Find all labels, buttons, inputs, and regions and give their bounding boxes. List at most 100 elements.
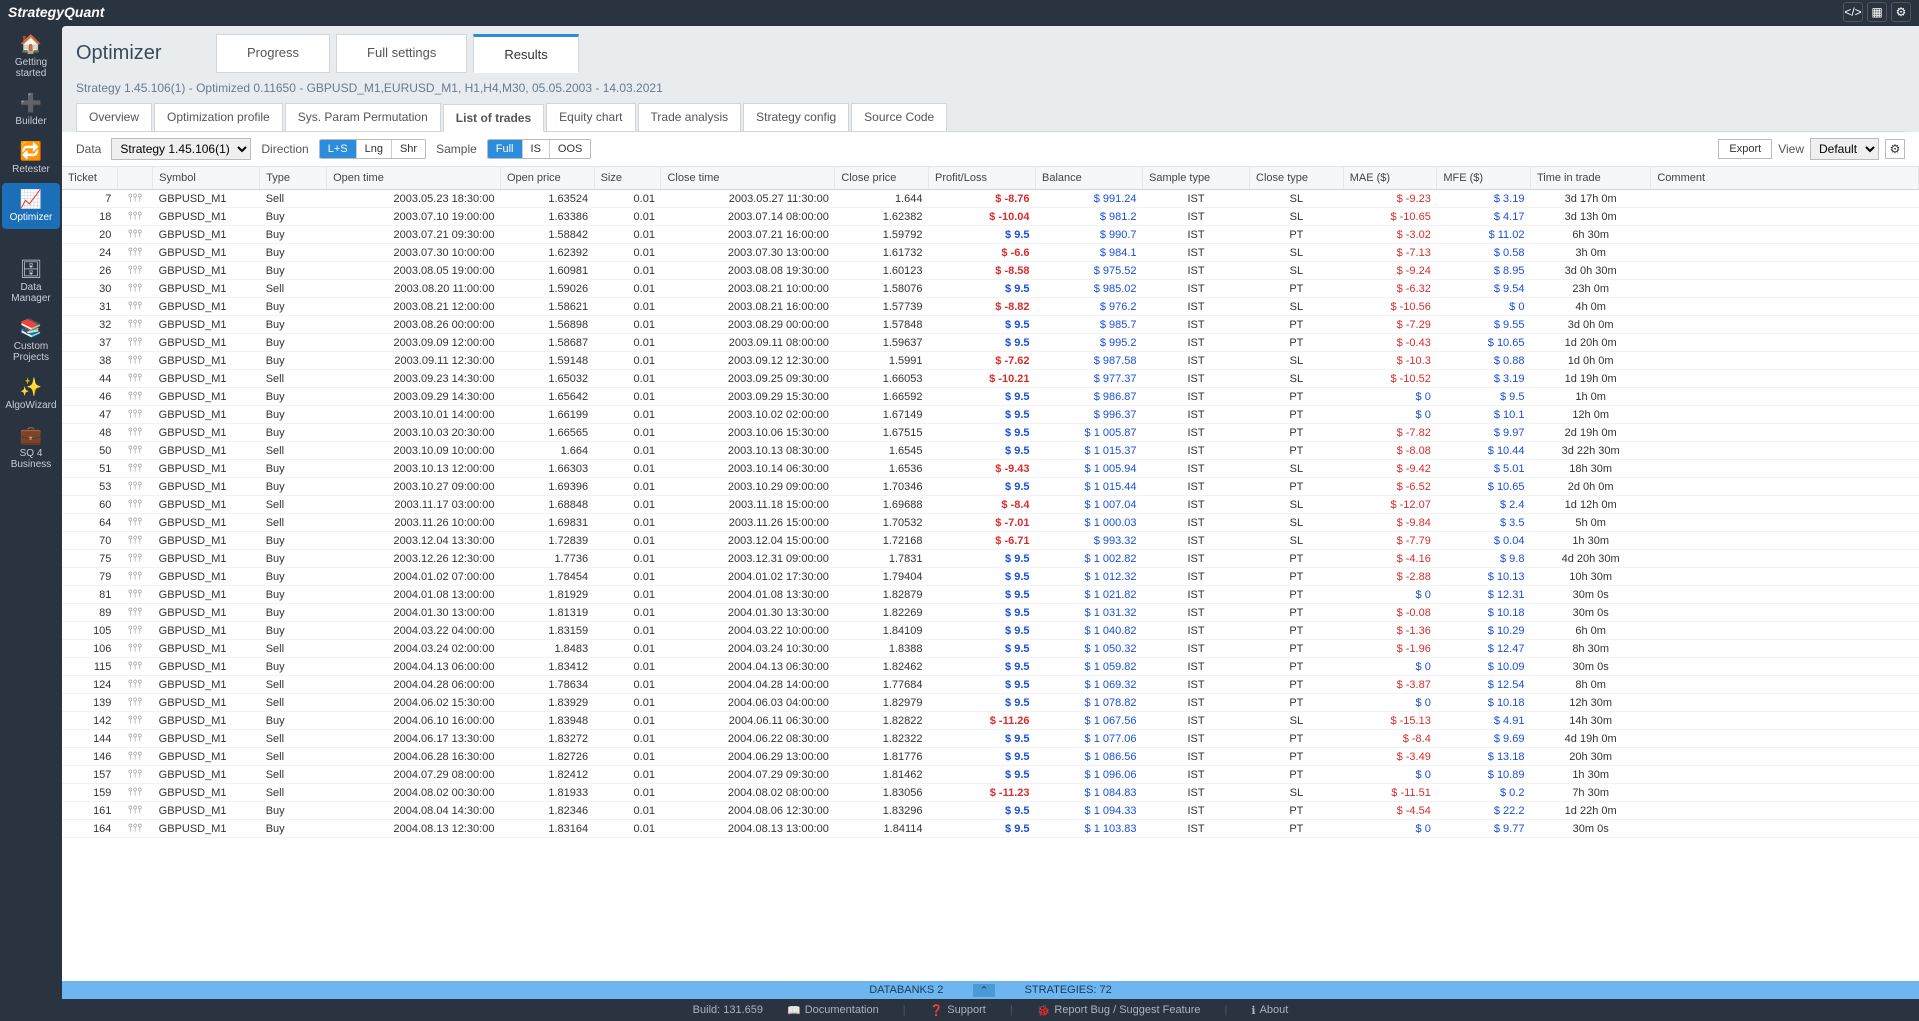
table-row[interactable]: 106⫯⫯⫯GBPUSD_M1Sell2004.03.24 02:00:001.…	[62, 640, 1919, 658]
table-row[interactable]: 124⫯⫯⫯GBPUSD_M1Sell2004.04.28 06:00:001.…	[62, 676, 1919, 694]
tab-full-settings[interactable]: Full settings	[336, 34, 467, 73]
chart-icon[interactable]: ⫯⫯⫯	[117, 190, 152, 208]
col-mfe-[interactable]: MFE ($)	[1437, 167, 1531, 190]
trades-table-wrap[interactable]: TicketSymbolTypeOpen timeOpen priceSizeC…	[62, 167, 1919, 981]
table-row[interactable]: 64⫯⫯⫯GBPUSD_M1Sell2003.11.26 10:00:001.6…	[62, 514, 1919, 532]
table-row[interactable]: 48⫯⫯⫯GBPUSD_M1Buy2003.10.03 20:30:001.66…	[62, 424, 1919, 442]
sidebar-item-sq-4-business[interactable]: 💼SQ 4 Business	[2, 419, 60, 476]
table-row[interactable]: 75⫯⫯⫯GBPUSD_M1Buy2003.12.26 12:30:001.77…	[62, 550, 1919, 568]
bug-link[interactable]: 🐞 Report Bug / Suggest Feature	[1037, 1004, 1201, 1017]
chart-icon[interactable]: ⫯⫯⫯	[117, 280, 152, 298]
chart-icon[interactable]: ⫯⫯⫯	[117, 478, 152, 496]
col-symbol[interactable]: Symbol	[153, 167, 260, 190]
sidebar-item-data-manager[interactable]: 🗄Data Manager	[2, 253, 60, 310]
table-row[interactable]: 146⫯⫯⫯GBPUSD_M1Sell2004.06.28 16:30:001.…	[62, 748, 1919, 766]
chart-icon[interactable]: ⫯⫯⫯	[117, 784, 152, 802]
col-open-price[interactable]: Open price	[500, 167, 594, 190]
col-close-type[interactable]: Close type	[1250, 167, 1344, 190]
subtab-strategy-config[interactable]: Strategy config	[743, 103, 849, 131]
about-link[interactable]: ℹ About	[1251, 1004, 1288, 1017]
table-row[interactable]: 161⫯⫯⫯GBPUSD_M1Buy2004.08.04 14:30:001.8…	[62, 802, 1919, 820]
chart-icon[interactable]: ⫯⫯⫯	[117, 586, 152, 604]
table-row[interactable]: 31⫯⫯⫯GBPUSD_M1Buy2003.08.21 12:00:001.58…	[62, 298, 1919, 316]
table-row[interactable]: 142⫯⫯⫯GBPUSD_M1Buy2004.06.10 16:00:001.8…	[62, 712, 1919, 730]
table-row[interactable]: 44⫯⫯⫯GBPUSD_M1Sell2003.09.23 14:30:001.6…	[62, 370, 1919, 388]
support-link[interactable]: ❓ Support	[930, 1004, 986, 1017]
table-row[interactable]: 46⫯⫯⫯GBPUSD_M1Buy2003.09.29 14:30:001.65…	[62, 388, 1919, 406]
table-row[interactable]: 157⫯⫯⫯GBPUSD_M1Sell2004.07.29 08:00:001.…	[62, 766, 1919, 784]
chart-icon[interactable]: ⫯⫯⫯	[117, 712, 152, 730]
chart-icon[interactable]: ⫯⫯⫯	[117, 388, 152, 406]
col-mae-[interactable]: MAE ($)	[1343, 167, 1437, 190]
chart-icon[interactable]: ⫯⫯⫯	[117, 766, 152, 784]
chart-icon[interactable]: ⫯⫯⫯	[117, 568, 152, 586]
table-row[interactable]: 20⫯⫯⫯GBPUSD_M1Buy2003.07.21 09:30:001.58…	[62, 226, 1919, 244]
table-row[interactable]: 47⫯⫯⫯GBPUSD_M1Buy2003.10.01 14:00:001.66…	[62, 406, 1919, 424]
table-row[interactable]: 89⫯⫯⫯GBPUSD_M1Buy2004.01.30 13:00:001.81…	[62, 604, 1919, 622]
table-row[interactable]: 115⫯⫯⫯GBPUSD_M1Buy2004.04.13 06:00:001.8…	[62, 658, 1919, 676]
chart-icon[interactable]: ⫯⫯⫯	[117, 334, 152, 352]
col-type[interactable]: Type	[260, 167, 327, 190]
table-row[interactable]: 24⫯⫯⫯GBPUSD_M1Buy2003.07.30 10:00:001.62…	[62, 244, 1919, 262]
table-row[interactable]: 144⫯⫯⫯GBPUSD_M1Sell2004.06.17 13:30:001.…	[62, 730, 1919, 748]
tab-results[interactable]: Results	[473, 34, 578, 73]
sidebar-item-builder[interactable]: ➕Builder	[2, 87, 60, 133]
chart-icon[interactable]: ⫯⫯⫯	[117, 640, 152, 658]
docs-link[interactable]: 📖 Documentation	[787, 1004, 879, 1017]
chart-icon[interactable]: ⫯⫯⫯	[117, 244, 152, 262]
direction-option-l+s[interactable]: L+S	[320, 140, 357, 158]
col-sample-type[interactable]: Sample type	[1143, 167, 1250, 190]
chart-icon[interactable]: ⫯⫯⫯	[117, 406, 152, 424]
table-row[interactable]: 38⫯⫯⫯GBPUSD_M1Buy2003.09.11 12:30:001.59…	[62, 352, 1919, 370]
tab-progress[interactable]: Progress	[216, 34, 330, 73]
subtab-trade-analysis[interactable]: Trade analysis	[638, 103, 742, 131]
chart-icon[interactable]: ⫯⫯⫯	[117, 820, 152, 838]
col-close-time[interactable]: Close time	[661, 167, 835, 190]
sample-option-full[interactable]: Full	[488, 140, 523, 158]
table-row[interactable]: 81⫯⫯⫯GBPUSD_M1Buy2004.01.08 13:00:001.81…	[62, 586, 1919, 604]
subtab-overview[interactable]: Overview	[76, 103, 152, 131]
direction-option-shr[interactable]: Shr	[392, 140, 425, 158]
chart-icon[interactable]: ⫯⫯⫯	[117, 460, 152, 478]
chart-icon[interactable]: ⫯⫯⫯	[117, 604, 152, 622]
subtab-source-code[interactable]: Source Code	[851, 103, 947, 131]
direction-option-lng[interactable]: Lng	[357, 140, 392, 158]
sample-option-oos[interactable]: OOS	[550, 140, 590, 158]
chart-icon[interactable]: ⫯⫯⫯	[117, 622, 152, 640]
sidebar-item-optimizer[interactable]: 📈Optimizer	[2, 183, 60, 229]
table-row[interactable]: 53⫯⫯⫯GBPUSD_M1Buy2003.10.27 09:00:001.69…	[62, 478, 1919, 496]
table-row[interactable]: 164⫯⫯⫯GBPUSD_M1Buy2004.08.13 12:30:001.8…	[62, 820, 1919, 838]
chart-icon[interactable]: ⫯⫯⫯	[117, 226, 152, 244]
sidebar-item-custom-projects[interactable]: 📚Custom Projects	[2, 312, 60, 369]
table-row[interactable]: 60⫯⫯⫯GBPUSD_M1Sell2003.11.17 03:00:001.6…	[62, 496, 1919, 514]
gear-icon[interactable]: ⚙	[1885, 139, 1905, 159]
chart-icon[interactable]: ⫯⫯⫯	[117, 532, 152, 550]
chart-icon[interactable]: ⫯⫯⫯	[117, 352, 152, 370]
table-row[interactable]: 30⫯⫯⫯GBPUSD_M1Sell2003.08.20 11:00:001.5…	[62, 280, 1919, 298]
chart-icon[interactable]: ⫯⫯⫯	[117, 208, 152, 226]
chart-icon[interactable]: ⫯⫯⫯	[117, 316, 152, 334]
chart-icon[interactable]: ⫯⫯⫯	[117, 370, 152, 388]
grid-view-icon[interactable]: ▦	[1867, 2, 1887, 22]
sample-option-is[interactable]: IS	[523, 140, 550, 158]
table-row[interactable]: 18⫯⫯⫯GBPUSD_M1Buy2003.07.10 19:00:001.63…	[62, 208, 1919, 226]
chart-icon[interactable]: ⫯⫯⫯	[117, 676, 152, 694]
subtab-list-of-trades[interactable]: List of trades	[443, 104, 544, 132]
table-row[interactable]: 26⫯⫯⫯GBPUSD_M1Buy2003.08.05 19:00:001.60…	[62, 262, 1919, 280]
subtab-optimization-profile[interactable]: Optimization profile	[154, 103, 283, 131]
chart-icon[interactable]: ⫯⫯⫯	[117, 658, 152, 676]
chart-icon[interactable]: ⫯⫯⫯	[117, 730, 152, 748]
chart-icon[interactable]: ⫯⫯⫯	[117, 298, 152, 316]
table-row[interactable]: 139⫯⫯⫯GBPUSD_M1Sell2004.06.02 15:30:001.…	[62, 694, 1919, 712]
col-balance[interactable]: Balance	[1036, 167, 1143, 190]
table-row[interactable]: 79⫯⫯⫯GBPUSD_M1Buy2004.01.02 07:00:001.78…	[62, 568, 1919, 586]
table-row[interactable]: 50⫯⫯⫯GBPUSD_M1Sell2003.10.09 10:00:001.6…	[62, 442, 1919, 460]
chart-icon[interactable]: ⫯⫯⫯	[117, 748, 152, 766]
chart-icon[interactable]: ⫯⫯⫯	[117, 550, 152, 568]
col-profit-loss[interactable]: Profit/Loss	[929, 167, 1036, 190]
sidebar-item-retester[interactable]: 🔁Retester	[2, 135, 60, 181]
table-row[interactable]: 51⫯⫯⫯GBPUSD_M1Buy2003.10.13 12:00:001.66…	[62, 460, 1919, 478]
sidebar-item-algowizard[interactable]: ✨AlgoWizard	[2, 371, 60, 417]
col-open-time[interactable]: Open time	[327, 167, 501, 190]
table-row[interactable]: 37⫯⫯⫯GBPUSD_M1Buy2003.09.09 12:00:001.58…	[62, 334, 1919, 352]
